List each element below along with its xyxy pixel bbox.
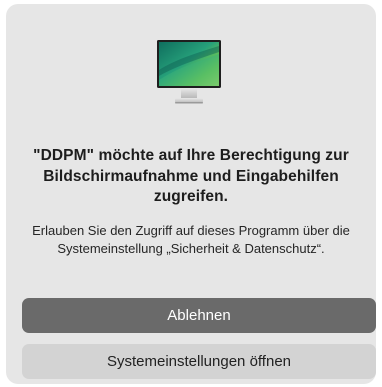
- dialog-title: "DDPM" möchte auf Ihre Berechtigung zur …: [33, 147, 349, 205]
- permission-dialog: "DDPM" möchte auf Ihre Berechtigung zur …: [6, 4, 376, 384]
- dialog-message: Erlauben Sie den Zugriff auf dieses Prog…: [32, 223, 350, 256]
- monitor-display-icon: [157, 40, 221, 106]
- open-system-settings-button[interactable]: Systemeinstellungen öffnen: [22, 344, 376, 379]
- deny-button[interactable]: Ablehnen: [22, 298, 376, 333]
